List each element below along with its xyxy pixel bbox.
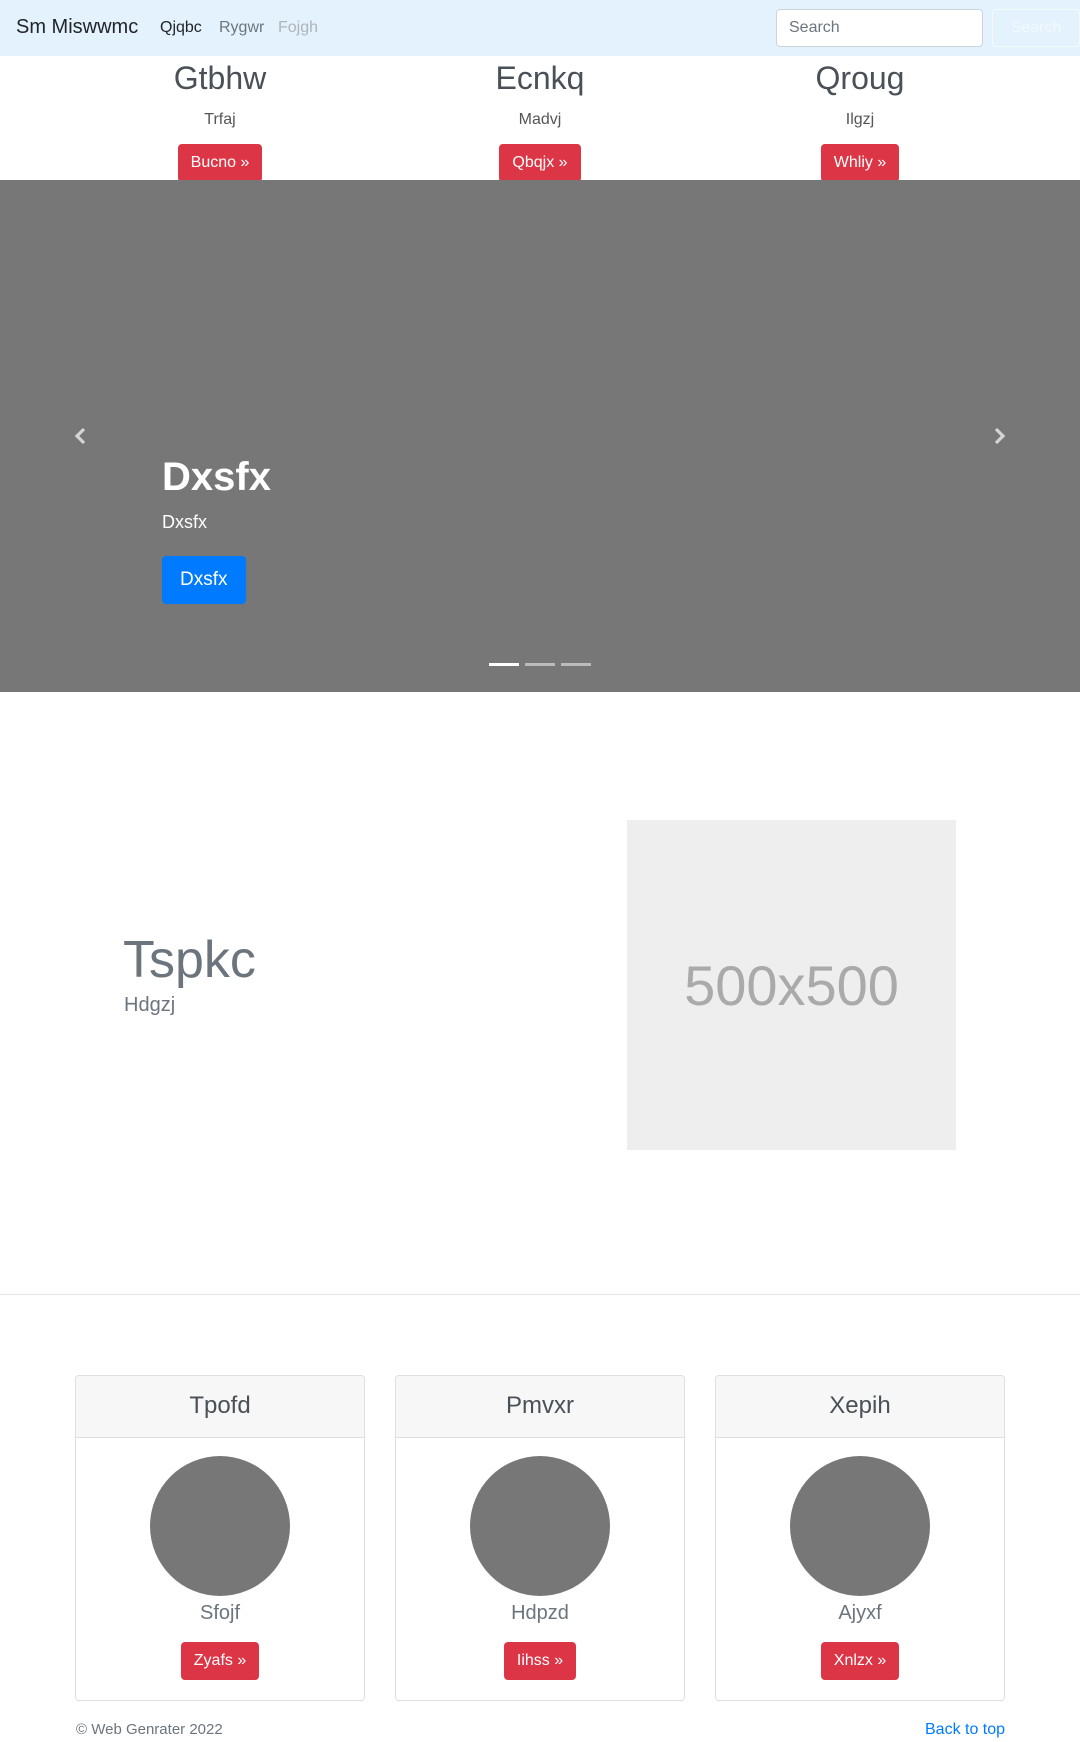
- feature-button[interactable]: Whliy »: [820, 144, 900, 182]
- carousel-indicator-1[interactable]: [489, 663, 519, 666]
- carousel-next-chevron-right-icon[interactable]: [989, 426, 1009, 446]
- profile-card-2: Pmvxr Hdpzd Iihss »: [395, 1375, 685, 1701]
- carousel: Dxsfx Dxsfx Dxsfx: [0, 180, 1080, 692]
- card-name: Hdpzd: [511, 1602, 569, 1624]
- placeholder-image: 500x500: [627, 820, 956, 1150]
- card-header: Tpofd: [76, 1376, 364, 1438]
- feature-column-2: Ecnkq Madvj Qbqjx »: [380, 56, 700, 182]
- placeholder-image-label: 500x500: [684, 953, 899, 1017]
- profile-card-3: Xepih Ajyxf Xnlzx »: [715, 1375, 1005, 1701]
- navbar: Sm Miswwmc Qjqbc Rygwr Fojgh Search: [0, 0, 1080, 56]
- back-to-top-link[interactable]: Back to top: [925, 1721, 1005, 1739]
- feature-title: Ecnkq: [495, 60, 585, 96]
- avatar: [470, 1456, 610, 1596]
- card-button[interactable]: Iihss »: [503, 1642, 577, 1680]
- card-name: Ajyxf: [838, 1602, 882, 1624]
- card-name: Sfojf: [199, 1602, 241, 1624]
- carousel-caption-button[interactable]: Dxsfx: [162, 556, 246, 604]
- search-button[interactable]: Search: [992, 9, 1080, 47]
- nav-link-1[interactable]: Qjqbc: [160, 19, 202, 37]
- avatar: [150, 1456, 290, 1596]
- feature-text: Ilgzj: [845, 111, 875, 128]
- feature-title: Qroug: [815, 60, 905, 96]
- carousel-caption-title: Dxsfx: [162, 455, 271, 499]
- feature-text: Trfaj: [204, 111, 236, 128]
- footer-copyright: © Web Genrater 2022: [76, 1721, 223, 1738]
- carousel-caption-text: Dxsfx: [162, 512, 207, 532]
- carousel-indicator-3[interactable]: [561, 663, 591, 666]
- navbar-brand[interactable]: Sm Miswwmc: [16, 16, 138, 39]
- profile-card-1: Tpofd Sfojf Zyafs »: [75, 1375, 365, 1701]
- featurette-subheading: Hdgzj: [124, 994, 176, 1016]
- feature-text: Madvj: [518, 111, 562, 128]
- search-input[interactable]: [776, 9, 983, 47]
- feature-button[interactable]: Qbqjx »: [499, 144, 581, 182]
- card-button[interactable]: Zyafs »: [180, 1642, 260, 1680]
- section-divider: [0, 1294, 1080, 1295]
- card-button[interactable]: Xnlzx »: [820, 1642, 900, 1680]
- feature-button[interactable]: Bucno »: [177, 144, 263, 182]
- avatar: [790, 1456, 930, 1596]
- nav-link-2[interactable]: Rygwr: [219, 19, 264, 37]
- carousel-indicators: [489, 663, 591, 666]
- nav-link-3[interactable]: Fojgh: [278, 19, 318, 37]
- card-header: Pmvxr: [396, 1376, 684, 1438]
- card-header: Xepih: [716, 1376, 1004, 1438]
- feature-title: Gtbhw: [173, 60, 267, 96]
- carousel-indicator-2[interactable]: [525, 663, 555, 666]
- feature-column-1: Gtbhw Trfaj Bucno »: [60, 56, 380, 182]
- carousel-prev-chevron-left-icon[interactable]: [71, 426, 91, 446]
- feature-column-3: Qroug Ilgzj Whliy »: [700, 56, 1020, 182]
- featurette-heading: Tspkc: [123, 931, 256, 989]
